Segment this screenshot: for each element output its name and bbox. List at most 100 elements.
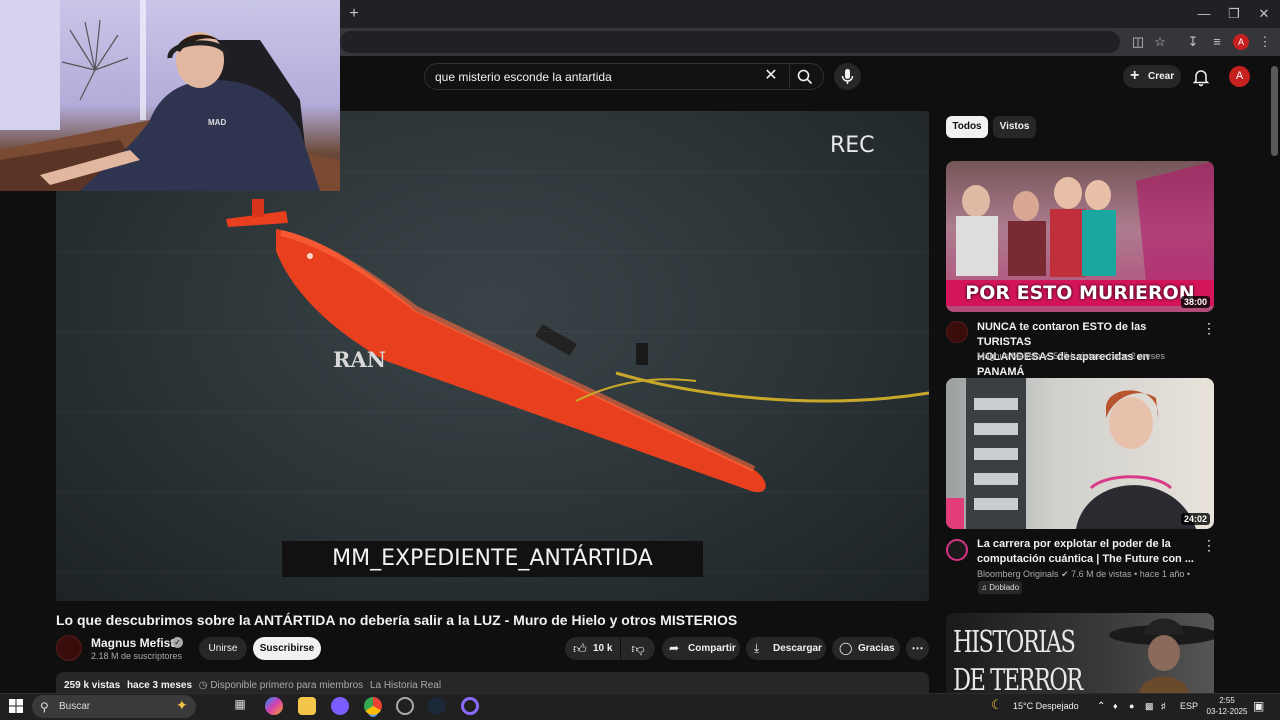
subscribe-button[interactable]: Suscribirse [253, 637, 321, 660]
join-button[interactable]: Unirse [199, 637, 247, 660]
download-button[interactable]: ⤓ Descargar [746, 637, 826, 660]
chip-vistos[interactable]: Vistos [993, 116, 1036, 138]
dubbed-label: Doblado [989, 583, 1020, 592]
recommendation-title[interactable]: NUNCA te contaron ESTO de las TURISTAS H… [977, 320, 1197, 380]
browser-menu-icon[interactable]: ⋮ [1255, 32, 1275, 52]
duration-badge: 24:02 [1180, 513, 1210, 525]
recommendation-title-line: La carrera por explotar el poder de la [977, 538, 1171, 550]
search-button[interactable] [789, 65, 819, 88]
create-button[interactable]: + Crear [1123, 65, 1181, 88]
recommendation-channel-avatar[interactable] [946, 539, 968, 561]
webcam-person-image: MAD [0, 0, 340, 191]
like-button[interactable]: 👍︎ 10 k [565, 637, 620, 660]
thanks-label: Gracias [858, 643, 895, 654]
file-explorer-icon[interactable] [298, 697, 316, 715]
notifications-bell-icon[interactable] [1190, 66, 1212, 88]
recommendation-meta: Bloomberg Originals ✔ 7.6 M de vistas • … [977, 569, 1190, 580]
install-app-icon[interactable]: ◫ [1128, 32, 1148, 52]
more-horizontal-icon: ⋯ [911, 641, 924, 655]
copilot-icon[interactable] [265, 697, 283, 715]
members-note: Disponible primero para miembros [210, 680, 364, 691]
app-icon[interactable] [331, 697, 349, 715]
weather-text[interactable]: 15°C Despejado [1013, 701, 1079, 711]
verified-check-icon: ✔ [1043, 351, 1051, 361]
download-icon: ⤓ [754, 641, 760, 655]
tray-chevron-icon[interactable]: ⌃ [1097, 701, 1105, 712]
channel-avatar[interactable] [56, 635, 82, 661]
recommendation-menu-icon[interactable]: ⋮ [1202, 537, 1216, 554]
browser-profile-avatar[interactable]: A [1233, 34, 1249, 50]
video-caption-box: MM_EXPEDIENTE_ANTÁRTIDA [282, 541, 703, 577]
downloads-icon[interactable]: ↧ [1183, 32, 1203, 52]
rec-overlay-label: REC [830, 133, 875, 158]
microphone-tray-icon[interactable]: ● [1129, 701, 1134, 711]
recommendation-channel-avatar[interactable] [946, 321, 968, 343]
dubbed-icon: ♫ [981, 583, 987, 592]
chrome-icon[interactable] [364, 697, 382, 715]
channel-name[interactable]: Magnus Mefisto [91, 636, 182, 650]
restore-button[interactable]: ❐ [1222, 4, 1246, 24]
recommendation-channel[interactable]: Bloomberg Originals [977, 569, 1059, 579]
plus-icon: + [1130, 67, 1140, 84]
recommendation-stats: 7.6 M de vistas • hace 1 año • [1071, 569, 1190, 579]
taskbar-search-label: Buscar [59, 701, 91, 712]
clock-date: 03-12-2025 [1206, 707, 1248, 716]
app-icon[interactable] [461, 697, 479, 715]
chip-todos[interactable]: Todos [946, 116, 988, 138]
recommendation-thumbnail[interactable]: HISTORIAS DE TERROR [946, 613, 1214, 693]
verified-check-icon: ✓ [172, 637, 183, 648]
address-bar[interactable] [340, 31, 1120, 53]
copilot-sparkle-icon: ✦ [176, 697, 188, 713]
taskbar-search[interactable] [32, 695, 196, 718]
app-icon[interactable] [396, 697, 414, 715]
bookmark-star-icon[interactable]: ☆ [1150, 32, 1170, 52]
ran-overlay-label: RAN [333, 347, 386, 372]
thumbnail-quantum-image [946, 378, 1196, 529]
recommendation-title[interactable]: La carrera por explotar el poder de la c… [977, 537, 1197, 567]
svg-text:MAD: MAD [208, 118, 226, 127]
microphone-icon [841, 69, 854, 84]
download-label: Descargar [773, 643, 822, 654]
recommendation-stats: 565 k vistas • hace 2 meses [1053, 351, 1165, 361]
search-input[interactable] [435, 64, 765, 89]
share-label: Compartir [688, 643, 736, 654]
recommendation-thumbnail[interactable]: 24:02 [946, 378, 1214, 529]
minimize-button[interactable]: — [1192, 4, 1216, 24]
thanks-button[interactable]: ◯ Gracias [832, 637, 900, 660]
recommendation-channel[interactable]: Magnus Mefisto [977, 351, 1041, 361]
thanks-dollar-icon: ◯ [839, 641, 853, 655]
search-icon [797, 69, 812, 85]
voice-search-button[interactable] [834, 63, 861, 90]
steam-icon[interactable] [428, 697, 446, 715]
weather-moon-icon: ☾ [991, 697, 1003, 712]
view-count: 259 k vistas [64, 680, 121, 691]
volume-icon[interactable]: ♯ [1161, 701, 1166, 711]
clock[interactable]: 2:55 03-12-2025 [1202, 695, 1252, 717]
like-count: 10 k [593, 643, 613, 654]
clear-search-icon[interactable]: ✕ [761, 66, 781, 86]
upload-age: hace 3 meses [126, 680, 193, 691]
notifications-icon[interactable]: ▣ [1253, 699, 1264, 713]
tray-shield-icon[interactable]: ♦ [1113, 701, 1118, 711]
share-arrow-icon: ➦ [669, 641, 680, 655]
new-tab-button[interactable]: + [344, 4, 364, 24]
recommendation-menu-icon[interactable]: ⋮ [1202, 320, 1216, 337]
share-button[interactable]: ➦ Compartir [662, 637, 740, 660]
video-caption-text: MM_EXPEDIENTE_ANTÁRTIDA [332, 546, 653, 571]
reading-list-icon[interactable]: ≡ [1207, 32, 1227, 52]
create-label: Crear [1148, 71, 1175, 82]
account-avatar[interactable]: A [1229, 66, 1250, 87]
recommendation-title-line: NUNCA te contaron ESTO de las TURISTAS [977, 321, 1147, 348]
close-window-button[interactable]: ✕ [1252, 4, 1276, 24]
playlist-link[interactable]: La Historia Real [370, 680, 441, 691]
task-view-icon[interactable]: ▦ [231, 697, 249, 715]
thumbnail-banner-text: POR ESTO MURIERON [946, 280, 1214, 306]
dislike-button[interactable]: 👎︎ [621, 637, 655, 660]
network-icon[interactable]: ▩ [1145, 701, 1154, 712]
taskbar-search-icon: ⚲ [40, 700, 49, 714]
language-indicator[interactable]: ESP [1180, 701, 1198, 711]
page-scrollbar[interactable] [1271, 66, 1278, 156]
windows-start-icon[interactable] [9, 699, 23, 718]
recommendation-thumbnail[interactable]: POR ESTO MURIERON 38:00 [946, 161, 1214, 312]
more-actions-button[interactable]: ⋯ [906, 637, 929, 660]
